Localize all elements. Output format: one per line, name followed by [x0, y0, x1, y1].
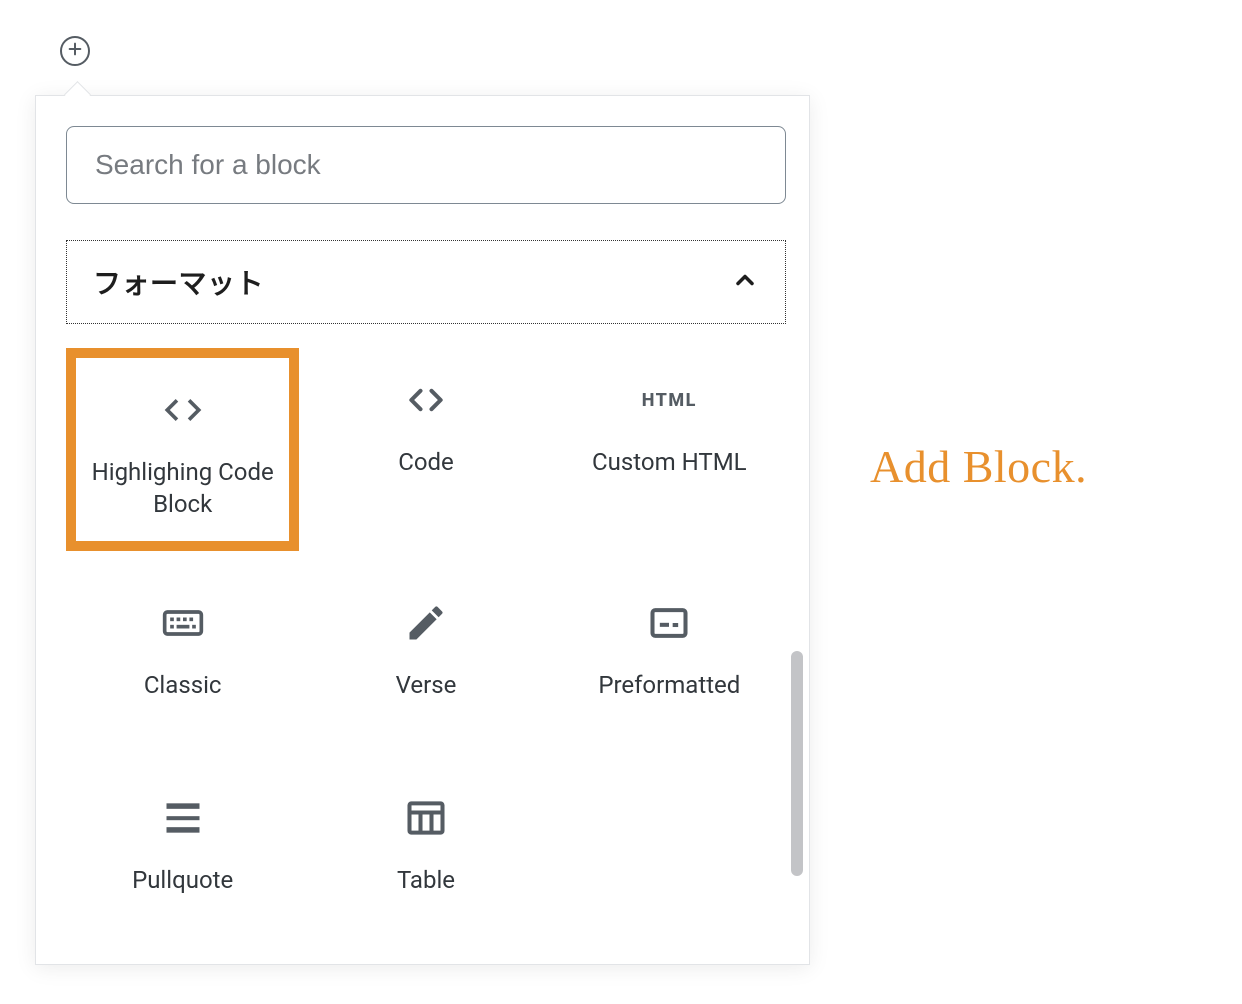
block-inserter-popover: フォーマット Highlighing Code Block: [35, 95, 810, 965]
block-label: Code: [398, 446, 454, 478]
category-header-format[interactable]: フォーマット: [66, 240, 786, 324]
preformatted-icon: [647, 599, 691, 647]
block-label: Verse: [396, 669, 457, 701]
block-label: Preformatted: [598, 669, 740, 701]
block-label: Table: [397, 864, 455, 896]
block-item-highlighting-code-block[interactable]: Highlighing Code Block: [66, 348, 299, 551]
scrollbar[interactable]: [791, 651, 803, 876]
search-input[interactable]: [66, 126, 786, 204]
block-item-table[interactable]: Table: [309, 766, 542, 941]
add-block-button[interactable]: [60, 36, 90, 66]
html-icon: HTML: [642, 376, 697, 424]
plus-icon: [67, 41, 83, 61]
code-icon: [161, 386, 205, 434]
block-grid: Highlighing Code Block Code HTML Custom …: [66, 348, 786, 941]
keyboard-icon: [161, 599, 205, 647]
block-item-classic[interactable]: Classic: [66, 571, 299, 746]
block-label: Highlighing Code Block: [82, 456, 283, 521]
chevron-up-icon: [731, 266, 759, 298]
pullquote-icon: [161, 794, 205, 842]
code-icon: [404, 376, 448, 424]
block-label: Custom HTML: [592, 446, 747, 478]
block-label: Classic: [144, 669, 222, 701]
caption-text: Add Block.: [870, 440, 1087, 493]
block-item-pullquote[interactable]: Pullquote: [66, 766, 299, 941]
pencil-icon: [404, 599, 448, 647]
block-item-preformatted[interactable]: Preformatted: [553, 571, 786, 746]
block-item-code[interactable]: Code: [309, 348, 542, 551]
block-item-custom-html[interactable]: HTML Custom HTML: [553, 348, 786, 551]
table-icon: [404, 794, 448, 842]
category-title: フォーマット: [93, 262, 264, 302]
block-item-verse[interactable]: Verse: [309, 571, 542, 746]
block-label: Pullquote: [132, 864, 233, 896]
